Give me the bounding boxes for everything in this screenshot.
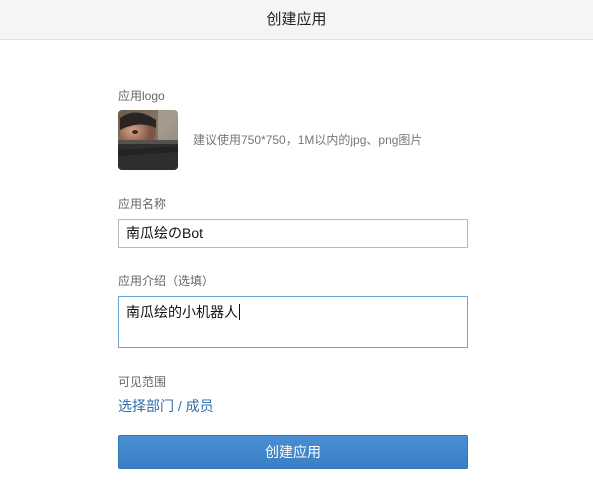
logo-label: 应用logo	[118, 89, 165, 103]
page-title: 创建应用	[266, 11, 327, 28]
logo-hint: 建议使用750*750，1M以内的jpg、png图片	[193, 133, 423, 147]
text-caret	[239, 304, 240, 320]
page-header: 创建应用	[0, 0, 593, 40]
app-description-input[interactable]: 南瓜绘的小机器人	[118, 296, 468, 348]
visibility-label: 可见范围	[118, 375, 167, 389]
desc-label: 应用介绍（选填）	[118, 274, 215, 288]
app-logo-upload[interactable]	[118, 110, 178, 170]
create-app-button[interactable]: 创建应用	[118, 435, 468, 469]
app-name-value: 南瓜绘のBot	[126, 225, 204, 241]
app-name-input[interactable]: 南瓜绘のBot	[118, 219, 468, 248]
app-description-value: 南瓜绘的小机器人	[126, 304, 238, 320]
select-members-link[interactable]: 选择部门 / 成员	[118, 397, 214, 415]
app-logo-image	[118, 110, 178, 170]
name-label: 应用名称	[118, 197, 167, 211]
